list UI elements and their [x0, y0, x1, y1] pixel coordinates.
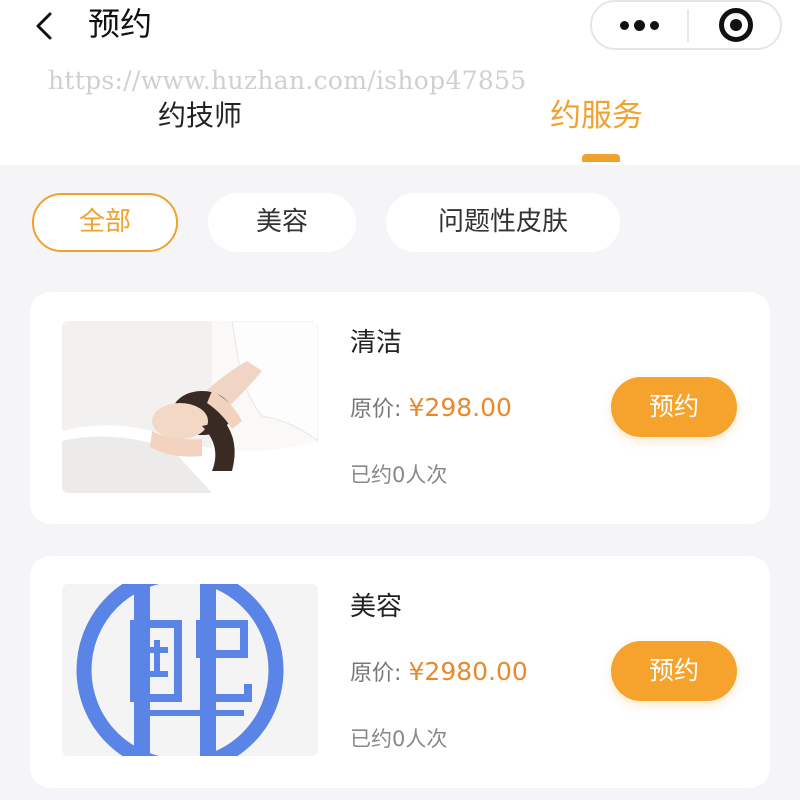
blue-seal-logo [62, 584, 318, 756]
book-button[interactable]: 预约 [611, 377, 737, 437]
service-image-logo [62, 584, 318, 756]
facial-massage-photo [62, 321, 318, 493]
price-label: 原价: [350, 661, 402, 686]
price-value: ¥298.00 [408, 393, 512, 422]
mini-program-capsule [590, 0, 782, 50]
tab-technician[interactable]: 约技师 [158, 96, 242, 136]
service-name: 美容 [350, 592, 403, 622]
more-dots-icon [620, 20, 629, 30]
filter-chip-problem-skin[interactable]: 问题性皮肤 [386, 193, 620, 252]
close-button[interactable] [689, 2, 782, 48]
page-title: 预约 [88, 5, 153, 43]
watermark: https://www.huzhan.com/ishop47855 [48, 66, 527, 95]
price-row: 原价: ¥2980.00 [350, 654, 528, 693]
target-close-icon [718, 8, 753, 42]
booked-count: 已约0人次 [350, 463, 448, 487]
service-card[interactable]: 清洁 原价: ¥298.00 已约0人次 预约 [30, 292, 770, 524]
chevron-left-icon [36, 12, 52, 40]
service-card[interactable]: 美容 原价: ¥2980.00 已约0人次 预约 [30, 556, 770, 788]
more-button[interactable] [592, 2, 687, 48]
filter-chip-all[interactable]: 全部 [32, 193, 178, 252]
active-tab-indicator [582, 154, 620, 162]
back-button[interactable] [28, 6, 62, 46]
filter-chip-beauty[interactable]: 美容 [208, 193, 356, 252]
booked-count: 已约0人次 [350, 727, 448, 751]
service-image-facial [62, 321, 318, 493]
service-name: 清洁 [350, 328, 403, 358]
top-bar: 预约 https://www.huzhan.com/ishop47855 约技师… [0, 0, 800, 165]
price-value: ¥2980.00 [408, 657, 528, 686]
book-button[interactable]: 预约 [611, 641, 737, 701]
price-label: 原价: [350, 397, 402, 422]
price-row: 原价: ¥298.00 [350, 390, 512, 429]
tab-service[interactable]: 约服务 [550, 96, 643, 136]
